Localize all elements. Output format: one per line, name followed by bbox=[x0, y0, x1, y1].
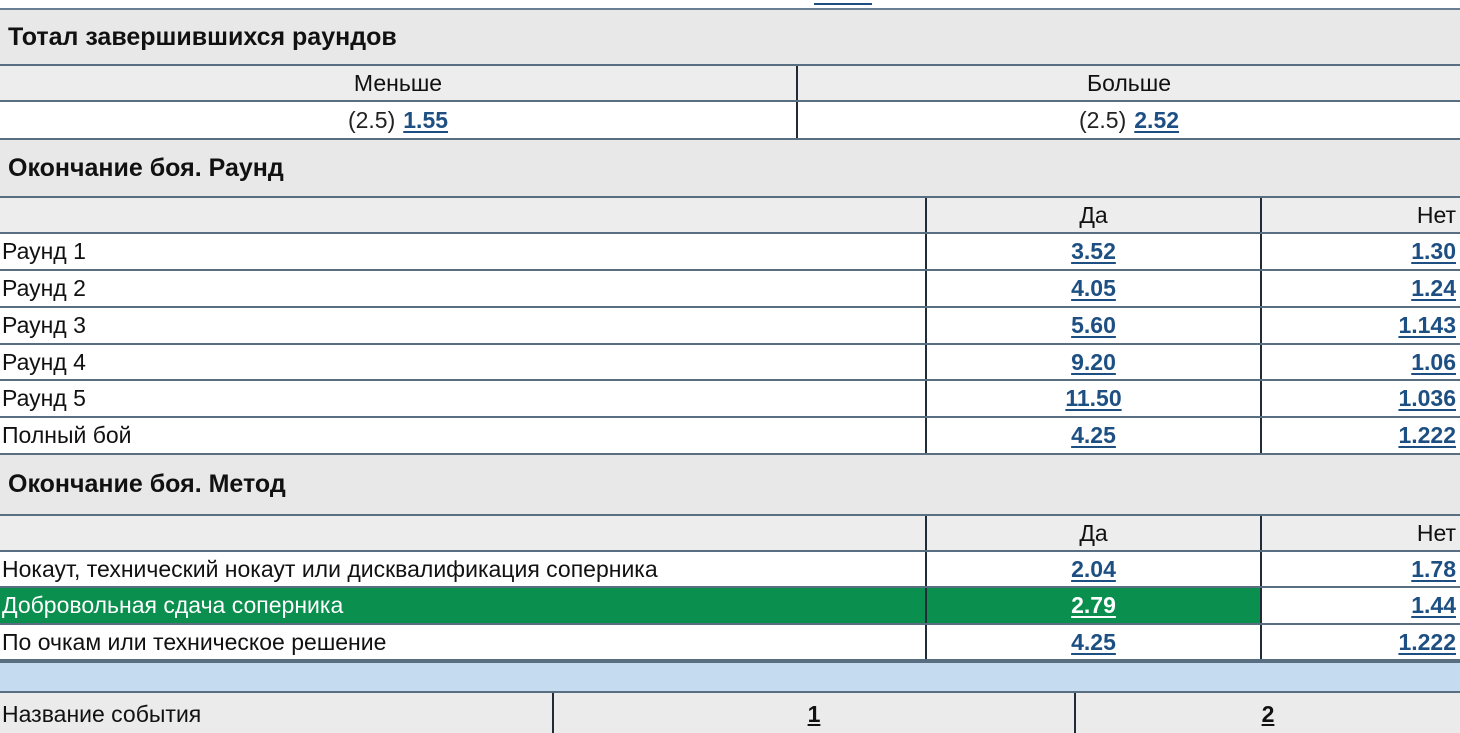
round-header-row: Да Нет bbox=[0, 198, 1460, 234]
yes-odds-link[interactable]: 2.04 bbox=[1071, 556, 1116, 583]
yes-cell: 4.05 bbox=[927, 271, 1262, 306]
yes-odds-link[interactable]: 5.60 bbox=[1071, 312, 1116, 339]
yes-cell: 9.20 bbox=[927, 345, 1262, 379]
method-header-row: Да Нет bbox=[0, 516, 1460, 552]
yes-column-header: Да bbox=[927, 198, 1262, 232]
over-column-header: Больше bbox=[1086, 69, 1172, 96]
method-label: Добровольная сдача соперника bbox=[0, 588, 927, 623]
column-1-label[interactable]: 1 bbox=[808, 701, 821, 728]
no-odds-link[interactable]: 1.143 bbox=[1398, 312, 1456, 339]
yes-odds-link[interactable]: 2.79 bbox=[1071, 592, 1116, 619]
round-label: Раунд 5 bbox=[0, 381, 927, 416]
yes-odds-link[interactable]: 4.05 bbox=[1071, 275, 1116, 302]
table-row: Раунд 3 5.60 1.143 bbox=[0, 308, 1460, 345]
round-label: Полный бой bbox=[0, 418, 927, 453]
section-title-text: Окончание боя. Метод bbox=[8, 470, 286, 498]
no-cell: 1.143 bbox=[1262, 308, 1460, 343]
yes-odds-link[interactable]: 9.20 bbox=[1071, 349, 1116, 376]
round-label-header bbox=[0, 198, 927, 232]
yes-odds-link[interactable]: 4.25 bbox=[1071, 422, 1116, 449]
no-cell: 1.78 bbox=[1262, 552, 1460, 586]
under-cell: (2.5) 1.55 bbox=[0, 102, 798, 138]
no-cell: 1.24 bbox=[1262, 271, 1460, 306]
column-1-header[interactable]: 1 bbox=[554, 693, 1076, 733]
round-label: Раунд 2 bbox=[0, 271, 927, 306]
yes-odds-link[interactable]: 11.50 bbox=[1065, 385, 1121, 412]
no-column-header: Нет bbox=[1416, 201, 1456, 228]
column-2-header[interactable]: 2 bbox=[1076, 693, 1460, 733]
no-column-header: Нет bbox=[1416, 519, 1456, 546]
method-label: Нокаут, технический нокаут или дисквалиф… bbox=[0, 552, 927, 586]
method-label: По очкам или техническое решение bbox=[0, 625, 927, 659]
yes-odds-link[interactable]: 3.52 bbox=[1071, 238, 1116, 265]
table-row: Раунд 1 3.52 1.30 bbox=[0, 234, 1460, 271]
no-cell: 1.30 bbox=[1262, 234, 1460, 269]
no-cell: 1.222 bbox=[1262, 625, 1460, 659]
table-row: Раунд 4 9.20 1.06 bbox=[0, 345, 1460, 381]
no-odds-link[interactable]: 1.78 bbox=[1411, 556, 1456, 583]
no-cell: 1.44 bbox=[1262, 588, 1460, 623]
yes-cell: 2.04 bbox=[927, 552, 1262, 586]
no-cell: 1.036 bbox=[1262, 381, 1460, 416]
yes-column-header: Да bbox=[927, 516, 1262, 550]
cropped-link bbox=[814, 0, 872, 5]
section-title-fight-end-method: Окончание боя. Метод bbox=[0, 455, 1460, 516]
no-odds-link[interactable]: 1.222 bbox=[1398, 422, 1456, 449]
under-line: (2.5) bbox=[347, 106, 396, 133]
over-cell: (2.5) 2.52 bbox=[798, 102, 1460, 138]
section-title-text: Окончание боя. Раунд bbox=[8, 153, 284, 182]
no-odds-link[interactable]: 1.44 bbox=[1411, 592, 1456, 619]
round-label: Раунд 3 bbox=[0, 308, 927, 343]
table-row: Раунд 2 4.05 1.24 bbox=[0, 271, 1460, 308]
no-cell: 1.06 bbox=[1262, 345, 1460, 379]
section-title-total-rounds: Тотал завершившихся раундов bbox=[0, 10, 1460, 66]
yes-cell: 4.25 bbox=[927, 625, 1262, 659]
yes-cell-selected: 2.79 bbox=[927, 588, 1262, 623]
section-title-fight-end-round: Окончание боя. Раунд bbox=[0, 140, 1460, 198]
no-odds-link[interactable]: 1.06 bbox=[1411, 349, 1456, 376]
over-odds-link[interactable]: 2.52 bbox=[1134, 107, 1179, 134]
table-row-highlighted: Добровольная сдача соперника 2.79 1.44 bbox=[0, 588, 1460, 625]
total-header-row: Меньше Больше bbox=[0, 66, 1460, 102]
no-odds-link[interactable]: 1.30 bbox=[1411, 238, 1456, 265]
no-cell: 1.222 bbox=[1262, 418, 1460, 453]
event-header-row: Название события 1 2 bbox=[0, 691, 1460, 733]
no-odds-link[interactable]: 1.24 bbox=[1411, 275, 1456, 302]
no-odds-link[interactable]: 1.222 bbox=[1398, 629, 1456, 656]
table-row: Полный бой 4.25 1.222 bbox=[0, 418, 1460, 455]
total-odds-row: (2.5) 1.55 (2.5) 2.52 bbox=[0, 102, 1460, 140]
method-label-header bbox=[0, 516, 927, 550]
top-divider bbox=[0, 0, 1460, 10]
over-line: (2.5) bbox=[1078, 106, 1127, 133]
yes-cell: 11.50 bbox=[927, 381, 1262, 416]
yes-cell: 5.60 bbox=[927, 308, 1262, 343]
yes-cell: 4.25 bbox=[927, 418, 1262, 453]
under-odds-link[interactable]: 1.55 bbox=[403, 107, 448, 134]
yes-odds-link[interactable]: 4.25 bbox=[1071, 629, 1116, 656]
under-column-header: Меньше bbox=[0, 66, 798, 100]
yes-cell: 3.52 bbox=[927, 234, 1262, 269]
round-label: Раунд 1 bbox=[0, 234, 927, 269]
table-row: Раунд 5 11.50 1.036 bbox=[0, 381, 1460, 418]
no-odds-link[interactable]: 1.036 bbox=[1398, 385, 1456, 412]
round-label: Раунд 4 bbox=[0, 345, 927, 379]
event-name-header: Название события bbox=[0, 693, 554, 733]
section-divider-band bbox=[0, 661, 1460, 691]
betting-odds-page: Тотал завершившихся раундов Меньше Больш… bbox=[0, 0, 1460, 733]
section-title-text: Тотал завершившихся раундов bbox=[8, 22, 397, 51]
table-row: Нокаут, технический нокаут или дисквалиф… bbox=[0, 552, 1460, 588]
column-2-label[interactable]: 2 bbox=[1262, 701, 1275, 728]
table-row: По очкам или техническое решение 4.25 1.… bbox=[0, 625, 1460, 661]
